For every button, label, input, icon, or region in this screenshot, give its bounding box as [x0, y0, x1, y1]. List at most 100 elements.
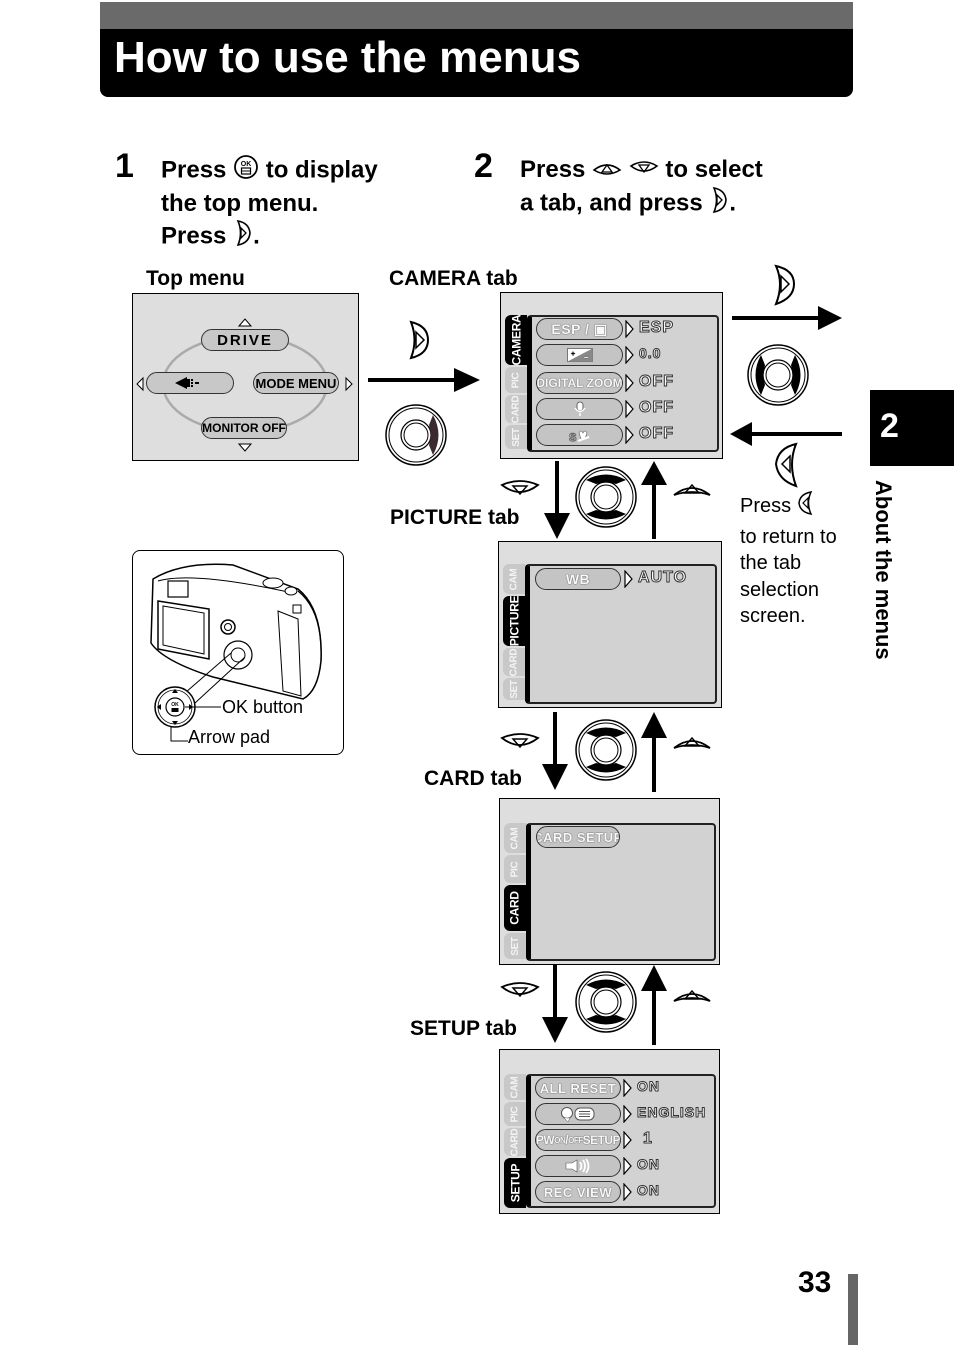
up-arrow-button-icon [673, 736, 711, 749]
picture-item-wb[interactable]: WB [535, 568, 621, 590]
tab-cam[interactable]: CAM [504, 823, 526, 853]
down-arrow-button-icon [500, 733, 540, 749]
tab-card[interactable]: CARD [504, 885, 526, 931]
camera-item-microphone[interactable] [536, 398, 623, 420]
camera-drawing: OK [150, 563, 322, 742]
chapter-number: 2 [880, 407, 899, 445]
camera-to-picture-transition [500, 461, 711, 539]
right-arrow-button-icon [774, 264, 796, 306]
microphone-icon [573, 401, 586, 416]
chevron-right-icon [625, 345, 635, 365]
card-item-card-setup[interactable]: CARD SETUP [536, 826, 620, 848]
top-menu-monitor-off[interactable]: MONITOR OFF [201, 417, 287, 439]
chapter-tab: 2 [870, 390, 954, 466]
down-arrow-button-icon [500, 480, 540, 496]
down-arrow-button-icon [629, 155, 659, 186]
page-number-bar [848, 1274, 858, 1345]
card-tab-screen: CAM PIC CARD SET CARD SETUP [499, 798, 720, 965]
chevron-right-icon [625, 319, 635, 339]
setup-value-rec-view: ON [637, 1182, 660, 1199]
tab-set[interactable]: SET [503, 678, 525, 700]
card-tab-strip: CAM PIC CARD SET [504, 823, 528, 959]
arrow-pad-right-icon [385, 404, 447, 466]
setup-value-language: ENGLISH [636, 1104, 707, 1121]
tab-pic[interactable]: PIC [504, 1102, 526, 1126]
return-note-line: selection [740, 578, 819, 601]
arrow-pad-up-down-icon [575, 971, 637, 1033]
camera-tab-screen: CAMERA PIC CARD SET ESP / ▣ ESP + – 0.0 D… [500, 292, 723, 459]
camera-item-esp[interactable]: ESP / ▣ [536, 318, 623, 340]
camera-item-super-macro[interactable]: S [536, 424, 623, 446]
picture-to-card-transition [500, 712, 711, 792]
language-icon [561, 1107, 595, 1122]
camera-illustration: OK OK button Arrow pad [132, 550, 344, 755]
setup-item-rec-view[interactable]: REC VIEW [535, 1181, 621, 1203]
top-menu-drive[interactable]: DRIVE [201, 329, 289, 351]
chevron-right-icon [623, 1182, 633, 1202]
step-1-text-press: Press [161, 156, 227, 184]
camera-tab-strip: CAMERA PIC CARD SET [505, 315, 529, 450]
left-arrow-icon [730, 422, 842, 446]
up-arrow-icon [641, 965, 667, 1045]
down-arrow-icon [544, 461, 570, 539]
return-note-press: Press [740, 495, 792, 518]
setup-item-language[interactable] [535, 1103, 621, 1125]
chevron-right-icon [623, 1130, 633, 1150]
arrow-pad-up-down-icon [575, 719, 637, 781]
setup-item-beep[interactable] [535, 1155, 621, 1177]
arrow-pad-left-right-icon [747, 344, 809, 406]
step-1-number: 1 [115, 147, 134, 185]
camera-item-exposure[interactable]: + – [536, 344, 623, 366]
tab-cam[interactable]: CAM [504, 1074, 526, 1100]
setup-tab-screen: CAM PIC CARD SETUP ALL RESET ON ENGLISH … [499, 1049, 720, 1214]
right-arrow-button-icon [709, 186, 729, 222]
tab-card[interactable]: CARD [505, 395, 527, 423]
up-arrow-button-icon [673, 989, 711, 1002]
right-arrow-icon [368, 368, 480, 392]
return-note-line: the tab [740, 552, 802, 574]
down-arrow-button-icon [500, 982, 540, 998]
return-note-line: to return to [740, 525, 837, 548]
step-1-text: Press OK to display the top menu. Press … [161, 154, 441, 255]
setup-tab-strip: CAM PIC CARD SETUP [504, 1074, 528, 1209]
tab-set[interactable]: SET [505, 425, 527, 449]
tab-pic[interactable]: PIC [504, 855, 526, 883]
chevron-right-icon [623, 1104, 633, 1124]
step-1-period: . [253, 222, 260, 250]
right-arrow-icon [732, 306, 842, 330]
ok-button-icon: OK [233, 154, 259, 188]
down-arrow-icon [542, 712, 568, 790]
step-2-text: Press to select a tab, and press . [520, 154, 820, 222]
svg-text:OK: OK [241, 161, 252, 168]
top-menu-mode-menu[interactable]: MODE MENU [253, 372, 339, 394]
picture-value-wb: AUTO [637, 569, 688, 587]
tab-setup[interactable]: SETUP [504, 1158, 526, 1208]
step-1-text-press-2: Press [161, 222, 227, 250]
step-2-text-select: to select [665, 156, 763, 183]
chevron-right-icon [625, 373, 635, 393]
tab-camera[interactable]: CAMERA [505, 315, 527, 365]
tab-card[interactable]: CARD [504, 1128, 526, 1156]
top-menu-screen: DRIVE MODE MENU MONITOR OFF [132, 293, 359, 461]
page-title-bar: How to use the menus [100, 2, 853, 97]
setup-item-pw-on-off-setup[interactable]: PW ON / OFF SETUP [535, 1129, 621, 1151]
camera-item-digital-zoom[interactable]: DIGITAL ZOOM [536, 372, 623, 394]
tab-picture[interactable]: PICTURE [503, 596, 525, 646]
camera-value-microphone: OFF [639, 399, 674, 417]
return-note: Press to return to the tab selection scr… [740, 490, 837, 630]
chapter-label-text: About the menus [871, 480, 896, 660]
tab-card[interactable]: CARD [503, 648, 525, 676]
step-2-number: 2 [474, 147, 493, 185]
tab-set[interactable]: SET [504, 933, 526, 959]
top-menu-image-quality[interactable] [146, 372, 234, 394]
step-1-text-display: to display [265, 156, 378, 184]
setup-value-pw-on-off-setup: 1 [643, 1130, 653, 1148]
svg-text:OK: OK [171, 702, 179, 708]
chevron-right-icon [623, 1156, 633, 1176]
right-arrow-button-icon [409, 320, 430, 360]
svg-text:+: + [571, 351, 576, 358]
setup-item-all-reset[interactable]: ALL RESET [535, 1077, 621, 1099]
tab-pic[interactable]: PIC [505, 367, 527, 393]
left-arrow-button-icon [774, 442, 798, 488]
tab-cam[interactable]: CAM [503, 564, 525, 594]
